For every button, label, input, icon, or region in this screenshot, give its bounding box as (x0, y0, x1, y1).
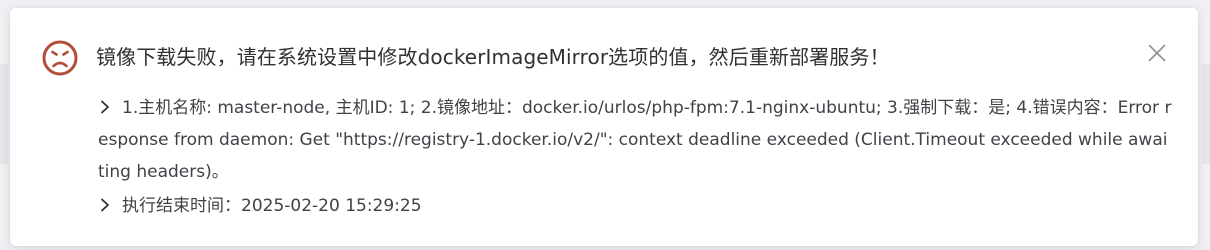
background-strip-left (0, 64, 8, 164)
error-notification: 镜像下载失败，请在系统设置中修改dockerImageMirror选项的值，然后… (10, 8, 1198, 246)
detail-error-text: 1.主机名称: master-node, 主机ID: 1; 2.镜像地址：doc… (98, 98, 1172, 182)
sad-face-error-icon (42, 40, 78, 76)
detail-item-error: 1.主机名称: master-node, 主机ID: 1; 2.镜像地址：doc… (98, 92, 1173, 188)
background-strip-right (1202, 64, 1210, 164)
close-icon[interactable] (1148, 44, 1166, 62)
chevron-right-icon (98, 191, 112, 212)
detail-item-end-time: 执行结束时间：2025-02-20 15:29:25 (98, 190, 1173, 222)
chevron-right-icon (98, 93, 112, 114)
notification-details: 1.主机名称: master-node, 主机ID: 1; 2.镜像地址：doc… (98, 92, 1173, 222)
detail-end-time-text: 执行结束时间：2025-02-20 15:29:25 (122, 196, 422, 216)
notification-title: 镜像下载失败，请在系统设置中修改dockerImageMirror选项的值，然后… (96, 45, 890, 69)
